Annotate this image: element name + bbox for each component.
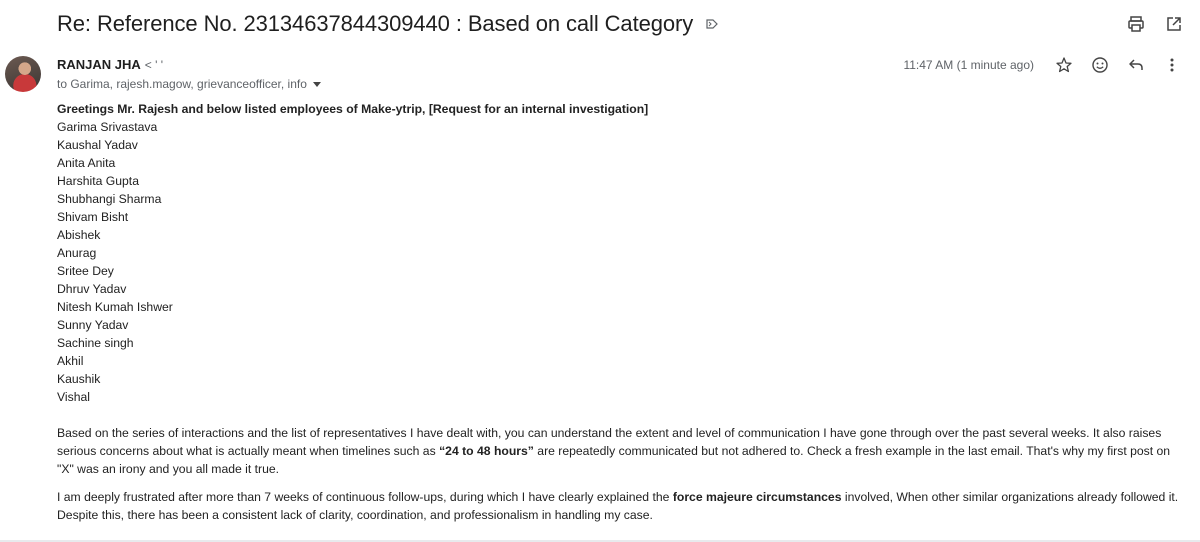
avatar[interactable] (5, 56, 41, 92)
list-item: Nitesh Kumah Ishwer (57, 300, 173, 314)
list-item: Dhruv Yadav (57, 282, 127, 296)
body-paragraph-2: I am deeply frustrated after more than 7… (57, 488, 1187, 524)
recipients-list: to Garima, rajesh.magow, grievanceoffice… (57, 77, 307, 91)
body-paragraph-1: Based on the series of interactions and … (57, 424, 1187, 478)
list-item: Vishal (57, 390, 90, 404)
sender-email: < ' ' (144, 57, 164, 72)
list-item: Shubhangi Sharma (57, 192, 162, 206)
list-item: Sritee Dey (57, 264, 114, 278)
list-item: Sunny Yadav (57, 318, 129, 332)
message-meta: 11:47 AM (1 minute ago) (903, 55, 1182, 75)
list-item: Sachine singh (57, 336, 134, 350)
print-icon[interactable] (1126, 14, 1146, 34)
email-body: Greetings Mr. Rajesh and below listed em… (57, 100, 1187, 524)
list-item: Kaushal Yadav (57, 138, 138, 152)
timestamp: 11:47 AM (1 minute ago) (903, 58, 1034, 72)
list-item: Abishek (57, 228, 101, 242)
names-list: Garima Srivastava Kaushal Yadav Anita An… (57, 118, 1187, 406)
subject-row: Re: Reference No. 23134637844309440 : Ba… (57, 8, 719, 40)
greeting-line: Greetings Mr. Rajesh and below listed em… (57, 102, 649, 116)
list-item: Harshita Gupta (57, 174, 139, 188)
list-item: Garima Srivastava (57, 120, 158, 134)
list-item: Akhil (57, 354, 84, 368)
reply-icon[interactable] (1126, 55, 1146, 75)
label-arrow-icon[interactable] (705, 17, 719, 31)
open-in-new-window-icon[interactable] (1164, 14, 1184, 34)
star-icon[interactable] (1054, 55, 1074, 75)
email-subject: Re: Reference No. 23134637844309440 : Ba… (57, 11, 694, 36)
message-actions (1054, 55, 1182, 75)
sender-row: RANJAN JHA < ' ' (57, 57, 163, 72)
sender-name[interactable]: RANJAN JHA (57, 57, 141, 72)
paragraph-text: I am deeply frustrated after more than 7… (57, 490, 673, 504)
list-item: Anurag (57, 246, 97, 260)
emoji-reaction-icon[interactable] (1090, 55, 1110, 75)
top-actions (1126, 14, 1184, 34)
list-item: Shivam Bisht (57, 210, 129, 224)
chevron-down-icon[interactable] (312, 81, 321, 87)
list-item: Anita Anita (57, 156, 116, 170)
recipients-row: to Garima, rajesh.magow, grievanceoffice… (57, 77, 321, 91)
more-vert-icon[interactable] (1162, 55, 1182, 75)
list-item: Kaushik (57, 372, 101, 386)
bold-phrase: “24 to 48 hours” (439, 444, 534, 458)
bold-phrase: force majeure circumstances (672, 490, 842, 504)
